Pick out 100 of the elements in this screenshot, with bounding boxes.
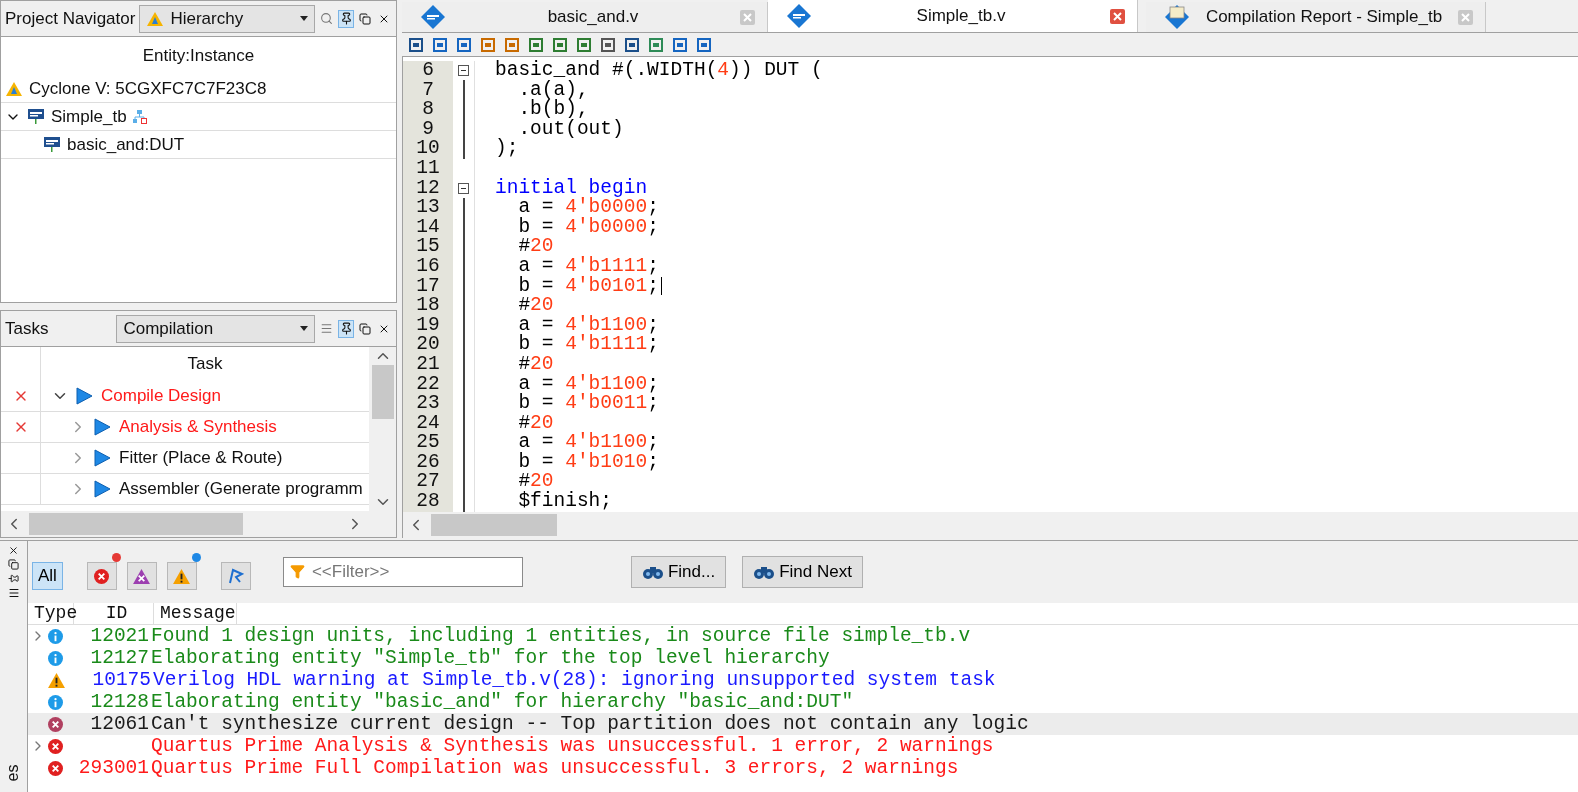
tree-item[interactable]: basic_and:DUT <box>1 131 396 159</box>
find-button[interactable]: Find... <box>630 556 727 588</box>
restore-icon[interactable] <box>359 322 372 335</box>
message-text: Elaborating entity "basic_and" for hierarchy "basic_and:DUT" <box>151 691 854 713</box>
flow-dropdown[interactable]: Compilation <box>116 314 316 343</box>
line-number: 25 <box>403 433 453 453</box>
message-row[interactable]: 12128 Elaborating entity "basic_and" for hierarchy "basic_and:DUT" <box>28 691 1578 713</box>
message-text: Can't synthesize current design -- Top partition does not contain any logic <box>151 713 1029 735</box>
scroll-thumb[interactable] <box>29 513 243 535</box>
info-icon <box>48 628 63 644</box>
message-row[interactable]: 12127 Elaborating entity "Simple_tb" for the top level hierarchy <box>28 647 1578 669</box>
pin-icon[interactable] <box>339 12 353 25</box>
task-row[interactable]: Compile Design <box>1 381 369 412</box>
line-number: 8 <box>403 100 453 120</box>
task-row[interactable]: Fitter (Place & Route) <box>1 443 369 474</box>
line-number: 6 <box>403 61 453 81</box>
task-label[interactable]: Fitter (Place & Route) <box>119 448 283 468</box>
line-number: 18 <box>403 296 453 316</box>
toolbar-icon[interactable] <box>624 36 640 53</box>
toolbar-icon[interactable] <box>696 36 712 53</box>
message-id: 12128 <box>90 691 149 713</box>
toolbar-icon[interactable] <box>504 36 520 53</box>
restore-icon[interactable] <box>359 12 372 25</box>
code-line: .out(out) <box>517 119 624 140</box>
message-row[interactable]: Quartus Prime Analysis & Synthesis was unsuccessful. 1 error, 2 warnings <box>28 735 1578 757</box>
scroll-thumb[interactable] <box>371 365 394 419</box>
search-icon[interactable] <box>320 12 334 25</box>
toolbar-icon[interactable] <box>528 36 544 53</box>
filter-icon <box>289 564 305 579</box>
line-number: 7 <box>403 80 453 101</box>
fold-icon[interactable] <box>458 182 469 194</box>
line-number: 15 <box>403 237 453 257</box>
message-row[interactable]: 12021 Found 1 design units, including 1 entities, in source file simple_tb.v <box>28 625 1578 647</box>
line-number: 19 <box>403 315 453 336</box>
line-number: 22 <box>403 374 453 395</box>
code-line: .b(b), <box>517 100 589 120</box>
toolbar-icon[interactable] <box>432 36 448 53</box>
toolbar-icon[interactable] <box>576 36 592 53</box>
toolbar-icon[interactable] <box>552 36 568 53</box>
message-id: 12127 <box>90 647 149 669</box>
toolbar-icon[interactable] <box>672 36 688 53</box>
scroll-thumb[interactable] <box>431 514 557 536</box>
toolbar-icon[interactable] <box>648 36 664 53</box>
message-id: 12061 <box>90 713 149 735</box>
toolbar-icon[interactable] <box>408 36 424 53</box>
task-row[interactable]: Assembler (Generate programm <box>1 474 369 505</box>
editor-tab[interactable]: Simple_tb.v <box>768 0 1138 32</box>
message-text: Elaborating entity "Simple_tb" for the top level hierarchy <box>151 647 830 669</box>
scrollbar[interactable] <box>369 347 396 511</box>
tree-item[interactable]: Simple_tb <box>1 103 396 131</box>
play-icon[interactable] <box>93 480 111 498</box>
critical-warning-icon <box>48 716 63 732</box>
find-next-button[interactable]: Find Next <box>742 556 863 588</box>
message-text: Quartus Prime Full Compilation was unsuccessful. 3 errors, 2 warnings <box>151 757 959 779</box>
filter-button[interactable] <box>166 562 197 590</box>
filter-field[interactable]: <<Filter>> <box>282 557 523 587</box>
message-id: 12021 <box>90 625 149 647</box>
line-number: 12 <box>403 178 453 199</box>
error-icon <box>48 760 63 776</box>
line-number: 17 <box>403 276 453 297</box>
tree-item[interactable]: Cyclone V: 5CGXFC7C7F23C8 <box>1 75 396 103</box>
view-dropdown[interactable]: Hierarchy <box>139 4 316 33</box>
line-number: 23 <box>403 394 453 414</box>
filter-button[interactable] <box>220 562 251 590</box>
view-icon <box>146 10 165 27</box>
menu-icon[interactable] <box>7 587 20 599</box>
scrollbar[interactable] <box>1 511 396 537</box>
entity-icon <box>43 135 61 154</box>
column-header: Task <box>186 353 224 375</box>
filter-button[interactable] <box>86 562 117 590</box>
toolbar-icon[interactable] <box>600 36 616 53</box>
fold-icon[interactable] <box>458 65 469 77</box>
code-line: #20 <box>517 296 554 316</box>
pin-icon[interactable] <box>339 322 353 335</box>
filter-all-button[interactable]: All <box>32 562 63 590</box>
toolbar-icon[interactable] <box>456 36 472 53</box>
filter-button[interactable] <box>126 562 157 590</box>
message-row[interactable]: 12061 Can't synthesize current design -- Top partition does not contain any logic <box>28 713 1578 735</box>
code-line: b = 4'b0011; <box>517 394 659 414</box>
code-line: ); <box>494 139 519 159</box>
task-row[interactable]: Analysis & Synthesis <box>1 412 369 443</box>
message-row[interactable]: 293001 Quartus Prime Full Compilation was unsuccessful. 3 errors, 2 warnings <box>28 757 1578 779</box>
pin-icon[interactable] <box>8 573 19 584</box>
task-label[interactable]: Compile Design <box>101 386 221 406</box>
code-line: a = 4'b1100; <box>517 433 659 453</box>
message-row[interactable]: 10175Verilog HDL warning at Simple_tb.v(28): ignoring unsupported system task <box>28 669 1578 691</box>
panel-title: Tasks <box>5 318 50 339</box>
restore-icon[interactable] <box>8 559 19 570</box>
task-label[interactable]: Assembler (Generate programm <box>119 479 363 499</box>
code-line: basic_and #(.WIDTH(4)) DUT ( <box>494 61 823 81</box>
play-icon[interactable] <box>93 418 111 436</box>
task-label[interactable]: Analysis & Synthesis <box>119 417 277 437</box>
play-icon[interactable] <box>75 387 93 405</box>
toolbar-icon[interactable] <box>480 36 496 53</box>
line-number: 14 <box>403 217 453 238</box>
panel-tab-label[interactable]: es <box>4 764 23 782</box>
play-icon[interactable] <box>93 449 111 467</box>
line-number: 16 <box>403 256 453 277</box>
close-icon[interactable] <box>8 545 19 556</box>
file-icon <box>420 4 446 30</box>
